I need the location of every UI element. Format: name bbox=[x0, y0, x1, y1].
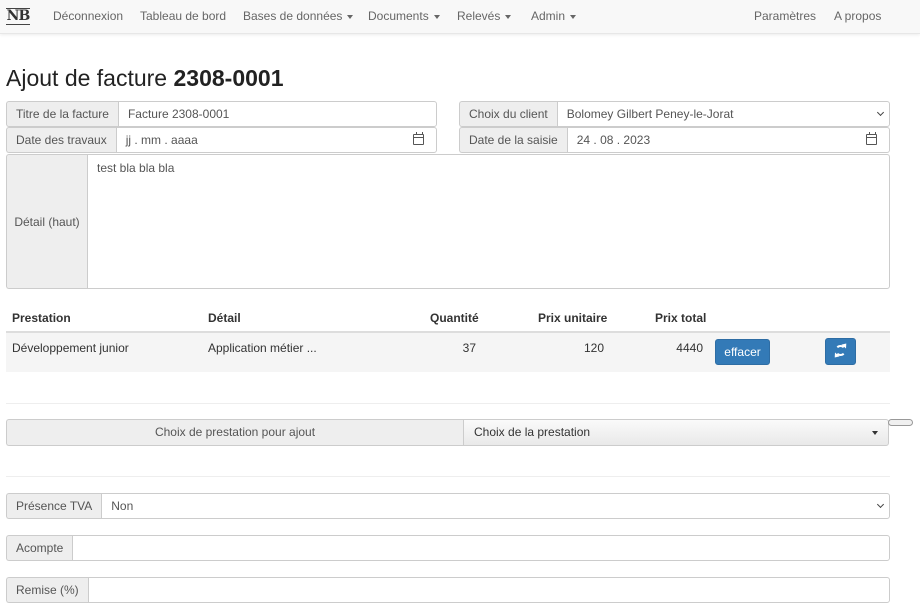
client-label: Choix du client bbox=[459, 101, 557, 127]
top-navbar: NB Déconnexion Tableau de bord Bases de … bbox=[0, 0, 920, 34]
nav-parametres[interactable]: Paramètres bbox=[754, 0, 816, 34]
nav-admin[interactable]: Admin bbox=[531, 0, 577, 34]
ajout-prestation-label: Choix de prestation pour ajout bbox=[6, 419, 463, 446]
cell-detail: Application métier ... bbox=[208, 341, 317, 355]
cell-quantite: 37 bbox=[462, 341, 476, 355]
prestation-dropdown[interactable]: Choix de la prestation bbox=[463, 419, 889, 446]
date-travaux-group: Date des travaux jj . mm . aaaa bbox=[6, 127, 437, 153]
caret-down-icon bbox=[433, 14, 440, 19]
tva-select-value: Non bbox=[111, 499, 134, 513]
calendar-icon[interactable] bbox=[866, 132, 877, 145]
chevron-down-icon bbox=[876, 500, 885, 509]
page-title-prefix: Ajout de facture bbox=[6, 65, 168, 91]
date-saisie-group: Date de la saisie 24 . 08 . 2023 bbox=[459, 127, 890, 153]
nav-documents-label: Documents bbox=[368, 9, 429, 23]
date-saisie-value: 24 . 08 . 2023 bbox=[576, 133, 651, 147]
col-header-prix-total: Prix total bbox=[655, 311, 707, 325]
nav-admin-label: Admin bbox=[531, 9, 566, 23]
nav-deconnexion[interactable]: Déconnexion bbox=[53, 0, 123, 34]
divider bbox=[6, 403, 890, 404]
divider bbox=[6, 476, 890, 477]
effacer-button[interactable]: effacer bbox=[715, 339, 770, 365]
side-toggle[interactable] bbox=[888, 419, 913, 426]
nav-releves-label: Relevés bbox=[457, 9, 501, 23]
ajout-prestation-bar: Choix de prestation pour ajout Choix de … bbox=[6, 419, 889, 446]
chevron-down-icon bbox=[876, 108, 885, 117]
tva-label: Présence TVA bbox=[6, 493, 102, 519]
titre-facture-group: Titre de la facture Facture 2308-0001 bbox=[6, 101, 437, 127]
cell-prix-unitaire: 120 bbox=[583, 341, 604, 355]
col-header-detail: Détail bbox=[208, 311, 241, 325]
date-travaux-placeholder: jj . mm . aaaa bbox=[125, 133, 198, 147]
prestation-dropdown-value: Choix de la prestation bbox=[474, 425, 591, 439]
acompte-input[interactable] bbox=[72, 535, 890, 561]
date-saisie-label: Date de la saisie bbox=[459, 127, 567, 153]
acompte-group: Acompte bbox=[6, 535, 890, 561]
col-header-prix-unitaire: Prix unitaire bbox=[538, 311, 608, 325]
remise-label: Remise (%) bbox=[6, 577, 88, 603]
brand-logo[interactable]: NB bbox=[6, 8, 30, 25]
titre-facture-input[interactable]: Facture 2308-0001 bbox=[117, 101, 437, 127]
cell-prix-total: 4440 bbox=[676, 341, 703, 355]
date-saisie-input[interactable]: 24 . 08 . 2023 bbox=[566, 127, 890, 153]
client-select-value: Bolomey Gilbert Peney-le-Jorat bbox=[566, 107, 734, 121]
detail-label: Détail (haut) bbox=[6, 154, 87, 289]
refresh-button[interactable] bbox=[825, 338, 856, 365]
calendar-icon[interactable] bbox=[413, 132, 424, 145]
col-header-quantite: Quantité bbox=[430, 311, 479, 325]
remise-group: Remise (%) bbox=[6, 577, 890, 603]
cell-prestation: Développement junior bbox=[12, 341, 129, 355]
tva-select[interactable]: Non bbox=[101, 493, 890, 519]
caret-down-icon bbox=[505, 14, 512, 19]
refresh-icon bbox=[835, 345, 846, 356]
page-title: Ajout de facture 2308-0001 bbox=[6, 65, 284, 92]
titre-facture-label: Titre de la facture bbox=[6, 101, 118, 127]
invoice-number: 2308-0001 bbox=[173, 65, 284, 91]
detail-group: Détail (haut) test bla bla bla bbox=[6, 154, 890, 289]
caret-down-icon bbox=[347, 14, 354, 19]
acompte-label: Acompte bbox=[6, 535, 73, 561]
nav-a-propos[interactable]: A propos bbox=[834, 0, 881, 34]
nav-documents[interactable]: Documents bbox=[368, 0, 440, 34]
date-travaux-label: Date des travaux bbox=[6, 127, 116, 153]
caret-down-icon bbox=[872, 431, 878, 435]
nav-tableau-de-bord[interactable]: Tableau de bord bbox=[140, 0, 226, 34]
nav-releves[interactable]: Relevés bbox=[457, 0, 512, 34]
col-header-prestation: Prestation bbox=[12, 311, 71, 325]
client-select[interactable]: Bolomey Gilbert Peney-le-Jorat bbox=[556, 101, 890, 127]
nav-bases-label: Bases de données bbox=[243, 9, 343, 23]
client-group: Choix du client Bolomey Gilbert Peney-le… bbox=[459, 101, 890, 127]
nav-bases-de-donnees[interactable]: Bases de données bbox=[243, 0, 354, 34]
caret-down-icon bbox=[570, 14, 577, 19]
remise-input[interactable] bbox=[87, 577, 890, 603]
date-travaux-input[interactable]: jj . mm . aaaa bbox=[115, 127, 437, 153]
tva-group: Présence TVA Non bbox=[6, 493, 890, 519]
detail-textarea[interactable]: test bla bla bla bbox=[87, 154, 890, 289]
